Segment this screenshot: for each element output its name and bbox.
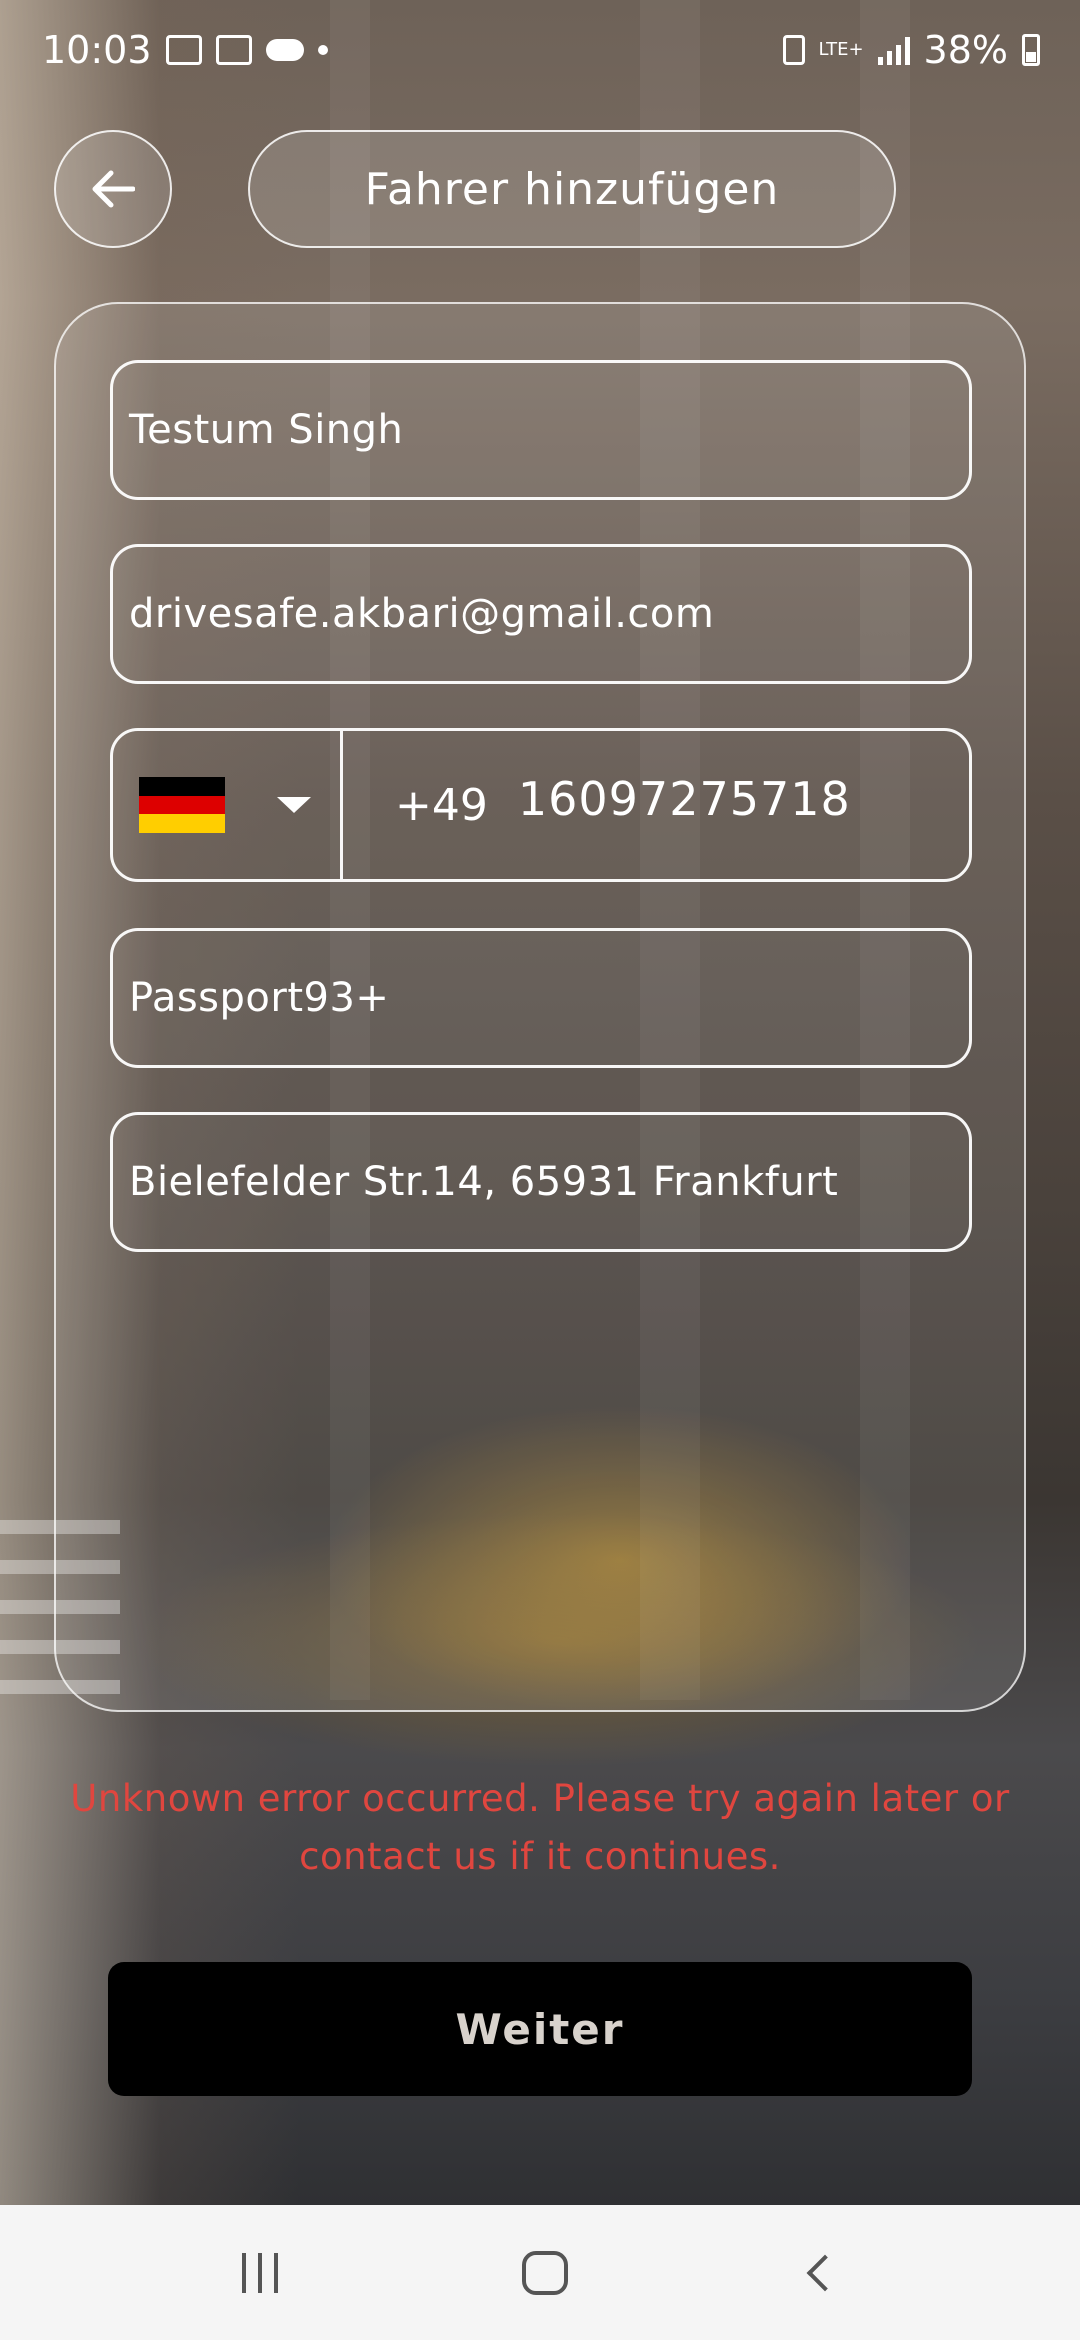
battery-saver-icon	[782, 35, 805, 65]
battery-icon	[1022, 34, 1040, 66]
name-value: Testum Singh	[129, 407, 404, 453]
address-field[interactable]: Bielefelder Str.14, 65931 Frankfurt	[110, 1112, 972, 1252]
passport-field[interactable]: Passport93+	[110, 928, 972, 1068]
email-value: drivesafe.akbari@gmail.com	[129, 591, 715, 637]
back-button[interactable]	[54, 130, 172, 248]
video-call-icon	[215, 35, 252, 65]
signal-icon	[877, 35, 910, 65]
gallery-icon	[165, 35, 202, 65]
battery-percent: 38%	[923, 28, 1008, 72]
country-code-dropdown[interactable]	[113, 731, 343, 879]
recent-apps-icon[interactable]	[242, 2252, 278, 2293]
error-message: Unknown error occurred. Please try again…	[70, 1777, 1010, 1878]
chevron-down-icon	[277, 797, 311, 813]
status-bar: 10:03 LTE+ 38%	[0, 0, 1080, 100]
passport-value: Passport93+	[129, 975, 390, 1021]
notification-dot-icon	[317, 45, 328, 55]
next-button[interactable]: Weiter	[108, 1962, 972, 2096]
dial-code: +49	[395, 779, 488, 831]
home-icon[interactable]	[522, 2250, 568, 2295]
arrow-left-icon	[92, 170, 135, 208]
email-field[interactable]: drivesafe.akbari@gmail.com	[110, 544, 972, 684]
germany-flag-icon	[139, 777, 225, 834]
status-bar-left: 10:03	[42, 28, 328, 72]
page-title: Fahrer hinzufügen	[248, 130, 896, 248]
name-field[interactable]: Testum Singh	[110, 360, 972, 500]
phone-number-input[interactable]: 16097275718	[518, 772, 851, 826]
status-time: 10:03	[42, 28, 152, 72]
address-value: Bielefelder Str.14, 65931 Frankfurt	[129, 1159, 839, 1205]
back-icon[interactable]	[806, 2254, 844, 2291]
network-type: LTE+	[818, 39, 864, 60]
cloud-icon	[265, 39, 304, 61]
phone-field: +49 16097275718	[110, 728, 972, 882]
driver-form-card: Testum Singh drivesafe.akbari@gmail.com …	[54, 302, 1026, 1712]
status-bar-right: LTE+ 38%	[782, 28, 1040, 72]
system-nav-bar	[0, 2205, 1080, 2340]
